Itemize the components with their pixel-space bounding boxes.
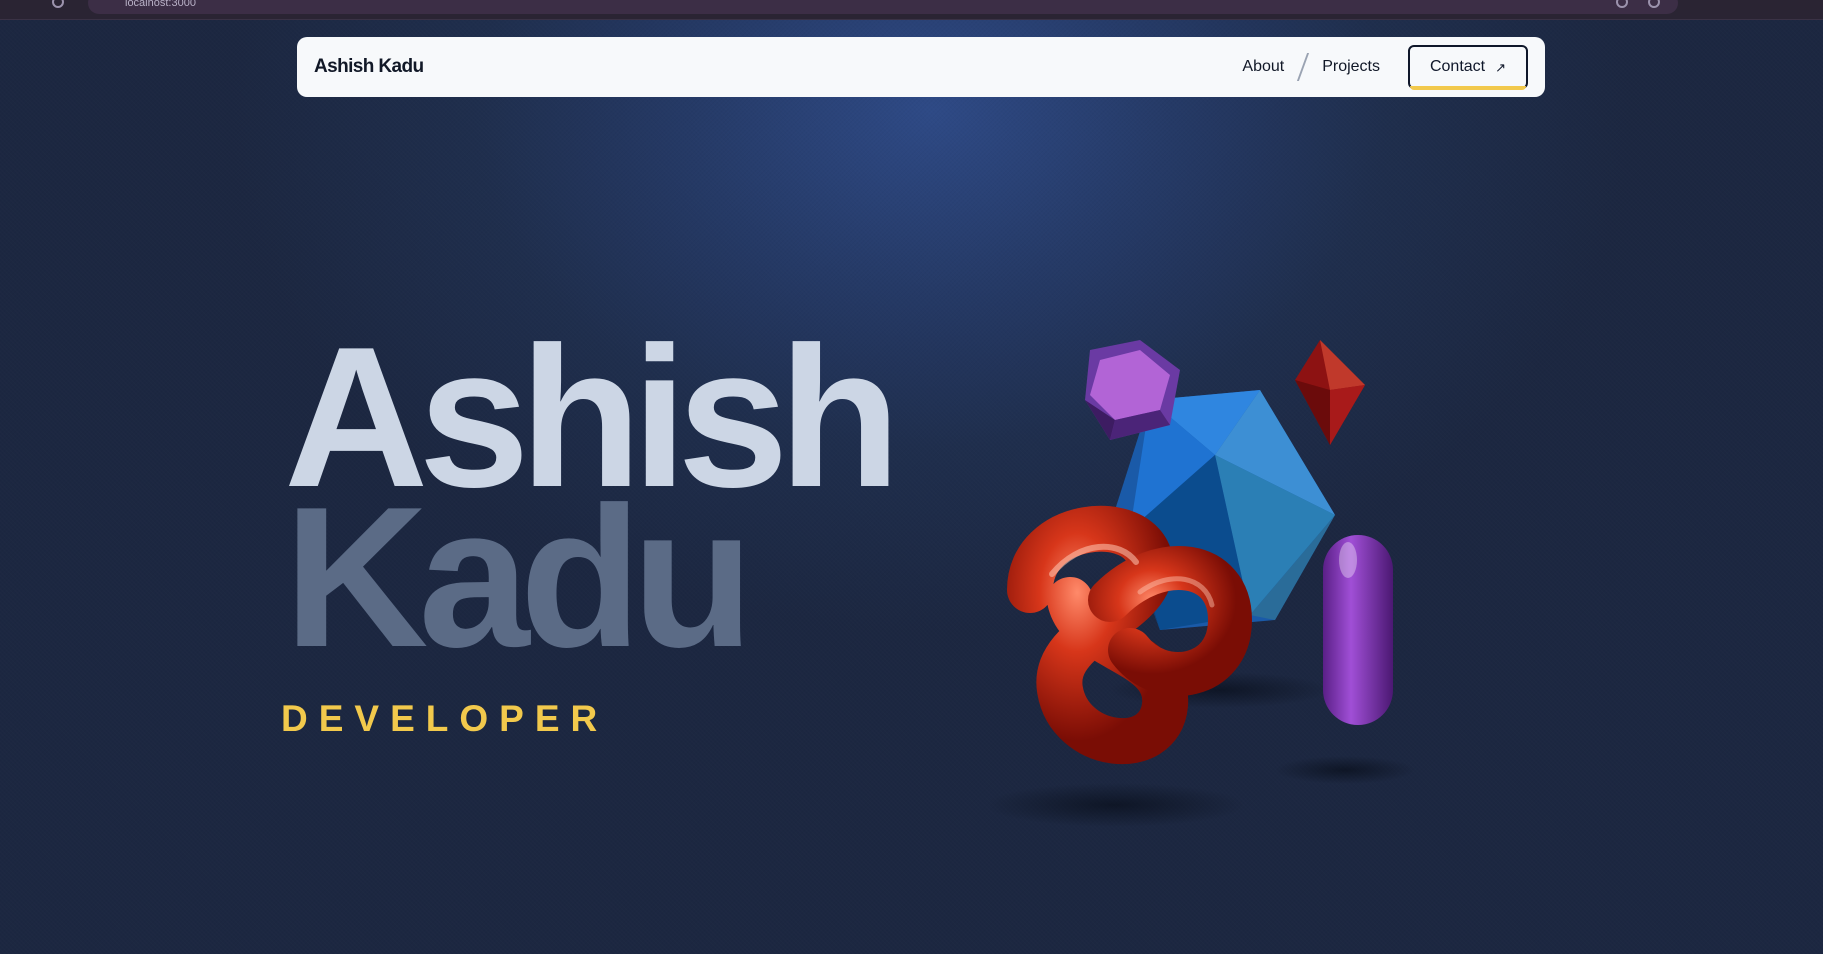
floor-shadow-side	[1275, 756, 1415, 784]
arrow-up-right-icon: ↗	[1495, 59, 1507, 75]
purple-dodecahedron	[1085, 340, 1180, 440]
background-noise	[0, 0, 1823, 954]
address-bar[interactable]	[88, 0, 1678, 14]
browser-toolbar: localhost:3000	[0, 0, 1823, 20]
hero-3d-shapes	[990, 340, 1415, 827]
nav-link-about[interactable]: About	[1242, 58, 1284, 76]
brand-logo[interactable]: Ashish Kadu	[314, 56, 424, 78]
purple-capsule	[1323, 535, 1393, 725]
contact-button-label: Contact	[1429, 58, 1486, 75]
nav-link-projects[interactable]: Projects	[1322, 58, 1380, 76]
contact-button[interactable]: Contact ↗	[1408, 45, 1528, 90]
reload-icon[interactable]	[52, 0, 64, 8]
top-navbar: Ashish Kadu About Projects Contact ↗	[297, 37, 1545, 97]
hero-role: DEVELOPER	[281, 698, 609, 739]
nav-divider	[1297, 53, 1310, 81]
hero-last-name: Kadu	[284, 466, 754, 689]
red-octahedron	[1295, 340, 1365, 445]
nav-links: About Projects Contact ↗	[1242, 37, 1528, 97]
address-text: localhost:3000	[125, 0, 196, 9]
floor-shadow-main	[990, 783, 1245, 827]
red-torus-knot	[1007, 505, 1253, 765]
